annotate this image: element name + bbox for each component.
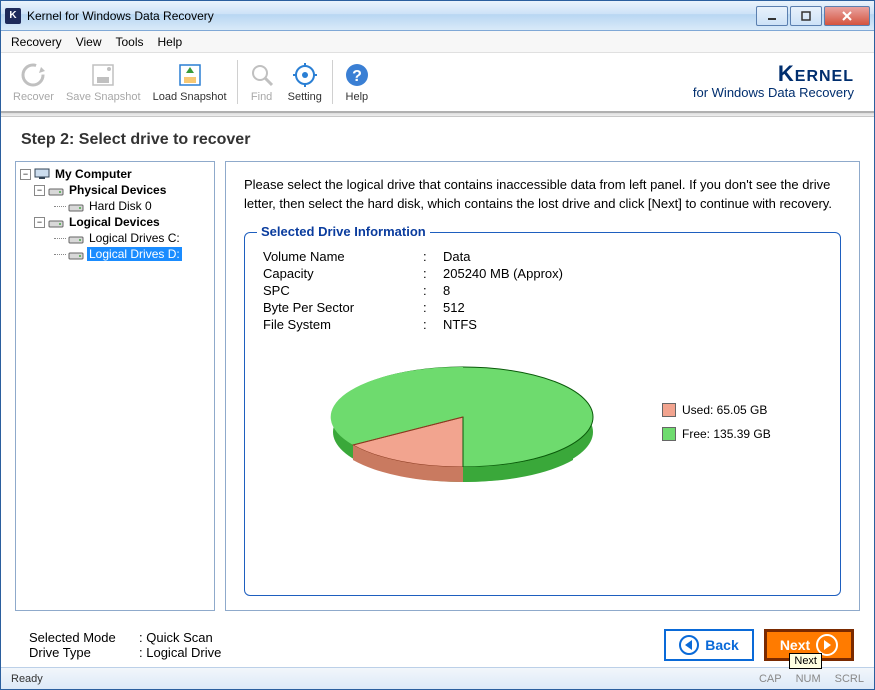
load-snapshot-icon (176, 61, 204, 89)
fieldset-legend: Selected Drive Information (257, 224, 430, 239)
menu-tools[interactable]: Tools (115, 35, 143, 49)
svg-text:?: ? (352, 68, 362, 85)
pie-legend: Used: 65.05 GB Free: 135.39 GB (662, 393, 822, 451)
used-swatch (662, 403, 676, 417)
save-snapshot-button[interactable]: Save Snapshot (60, 55, 147, 109)
drive-icon (68, 248, 84, 260)
window-controls (754, 6, 870, 26)
tree-logical[interactable]: − Logical Devices (18, 214, 212, 230)
drive-info-fieldset: Selected Drive Information Volume Name:D… (244, 232, 841, 596)
info-row: Capacity:205240 MB (Approx) (263, 266, 822, 281)
window-title: Kernel for Windows Data Recovery (27, 9, 754, 23)
menubar: Recovery View Tools Help (1, 31, 874, 53)
info-row: File System:NTFS (263, 317, 822, 332)
brand-logo: KERNEL for Windows Data Recovery (693, 61, 854, 100)
status-scrl: SCRL (835, 673, 864, 685)
menu-recovery[interactable]: Recovery (11, 35, 62, 49)
footer-info: Selected Mode: Quick Scan Drive Type: Lo… (29, 630, 221, 660)
legend-free: Free: 135.39 GB (662, 427, 822, 441)
maximize-button[interactable] (790, 6, 822, 26)
status-cap: CAP (759, 673, 782, 685)
tree-item-drive-d[interactable]: Logical Drives D: (18, 246, 212, 262)
save-snapshot-icon (89, 61, 117, 89)
drive-icon (48, 184, 64, 196)
device-tree[interactable]: − My Computer − Physical Devices Hard Di… (15, 161, 215, 611)
info-row: SPC:8 (263, 283, 822, 298)
gear-icon (291, 61, 319, 89)
titlebar[interactable]: K Kernel for Windows Data Recovery (1, 1, 874, 31)
arrow-left-icon (679, 635, 699, 655)
find-icon (248, 61, 276, 89)
close-button[interactable] (824, 6, 870, 26)
tree-item-drive-c[interactable]: Logical Drives C: (18, 230, 212, 246)
footer: Selected Mode: Quick Scan Drive Type: Lo… (1, 621, 874, 667)
toolbar: Recover Save Snapshot Load Snapshot Find… (1, 53, 874, 113)
legend-used: Used: 65.05 GB (662, 403, 822, 417)
tree-physical[interactable]: − Physical Devices (18, 182, 212, 198)
collapse-icon[interactable]: − (34, 217, 45, 228)
menu-view[interactable]: View (76, 35, 102, 49)
back-button[interactable]: Back (664, 629, 754, 661)
tree-item-harddisk0[interactable]: Hard Disk 0 (18, 198, 212, 214)
help-icon: ? (343, 61, 371, 89)
menu-help[interactable]: Help (158, 35, 183, 49)
load-snapshot-button[interactable]: Load Snapshot (147, 55, 233, 109)
drive-icon (68, 200, 84, 212)
find-button[interactable]: Find (242, 55, 282, 109)
drive-icon (48, 216, 64, 228)
app-icon: K (5, 8, 21, 24)
info-row: Byte Per Sector:512 (263, 300, 822, 315)
recover-icon (19, 61, 47, 89)
collapse-icon[interactable]: − (34, 185, 45, 196)
main-area: − My Computer − Physical Devices Hard Di… (1, 161, 874, 621)
minimize-button[interactable] (756, 6, 788, 26)
instruction-text: Please select the logical drive that con… (244, 176, 841, 214)
statusbar: Ready CAP NUM SCRL (1, 667, 874, 689)
setting-button[interactable]: Setting (282, 55, 328, 109)
next-tooltip: Next (789, 653, 822, 669)
pie-chart-area: Used: 65.05 GB Free: 135.39 GB (263, 342, 822, 502)
content-panel: Please select the logical drive that con… (225, 161, 860, 611)
tree-root[interactable]: − My Computer (18, 166, 212, 182)
footer-buttons: Back Next (664, 629, 854, 661)
app-window: K Kernel for Windows Data Recovery Recov… (0, 0, 875, 690)
status-num: NUM (796, 673, 821, 685)
toolbar-separator (237, 60, 238, 104)
help-button[interactable]: ? Help (337, 55, 377, 109)
status-ready: Ready (11, 673, 43, 685)
step-title: Step 2: Select drive to recover (1, 117, 874, 161)
info-row: Volume Name:Data (263, 249, 822, 264)
computer-icon (34, 168, 50, 180)
pie-chart (263, 342, 662, 502)
drive-icon (68, 232, 84, 244)
collapse-icon[interactable]: − (20, 169, 31, 180)
free-swatch (662, 427, 676, 441)
recover-button[interactable]: Recover (7, 55, 60, 109)
toolbar-separator (332, 60, 333, 104)
